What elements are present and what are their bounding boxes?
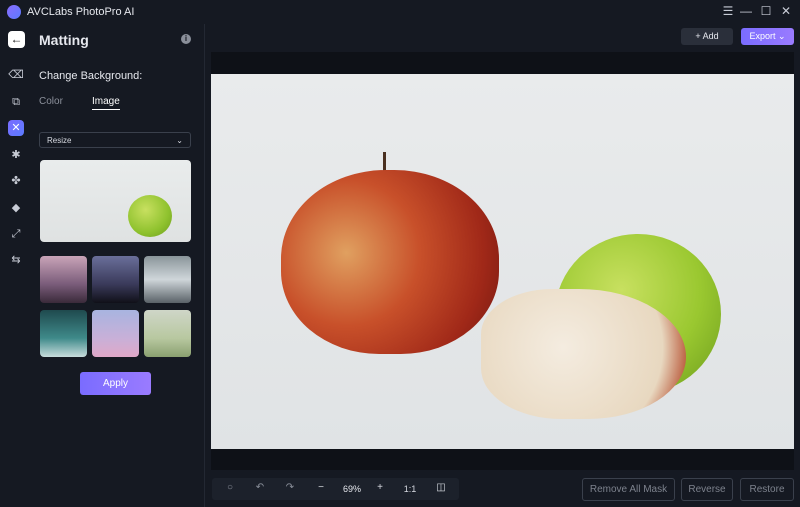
reverse-button[interactable]: Reverse xyxy=(681,478,733,501)
background-thumbnail[interactable] xyxy=(144,310,191,357)
zoom-in-button[interactable]: + xyxy=(372,482,388,493)
restore-button[interactable]: Restore xyxy=(740,478,794,501)
apple-slice xyxy=(481,289,686,419)
export-label: Export xyxy=(749,31,776,41)
colorize-icon[interactable]: ◆ xyxy=(8,200,24,216)
resize-value: Resize xyxy=(47,136,72,145)
change-background-label: Change Background: xyxy=(39,70,143,82)
upscale-icon[interactable]: ⤢ xyxy=(8,226,24,242)
object-remove-icon[interactable]: ✱ xyxy=(8,147,24,163)
remove-all-mask-button[interactable]: Remove All Mask xyxy=(582,478,675,501)
tab-color[interactable]: Color xyxy=(39,96,63,107)
photo[interactable] xyxy=(211,74,794,449)
eraser-icon[interactable]: ⌫ xyxy=(8,67,24,83)
actual-size-button[interactable]: 1:1 xyxy=(402,484,418,494)
title-bar: AVCLabs PhotoPro AI ☰ — ☐ ✕ xyxy=(0,0,800,24)
zoom-level: 69% xyxy=(342,484,361,494)
close-icon[interactable]: ✕ xyxy=(778,4,794,18)
background-preview xyxy=(40,160,191,242)
background-thumbnail[interactable] xyxy=(92,310,139,357)
app-title: AVCLabs PhotoPro AI xyxy=(27,6,135,18)
adjust-icon[interactable]: ⇆ xyxy=(8,252,24,268)
zoom-out-button[interactable]: − xyxy=(313,482,329,493)
chevron-down-icon: ⌄ xyxy=(176,136,183,145)
chevron-down-icon: ⌄ xyxy=(777,31,786,41)
red-apple xyxy=(281,170,499,354)
redo-icon[interactable]: ↷ xyxy=(282,482,298,493)
enhance-icon[interactable]: ✤ xyxy=(8,173,24,189)
back-button[interactable]: ← xyxy=(8,31,25,48)
compare-icon[interactable]: ◫ xyxy=(433,482,449,493)
add-button[interactable]: + Add xyxy=(681,28,733,45)
face-swap-icon[interactable]: ⧉ xyxy=(8,94,24,110)
background-thumbnail[interactable] xyxy=(40,256,87,303)
canvas-toolbar: ○ ↶ ↷ − 69% + 1:1 ◫ xyxy=(212,478,459,500)
undo-icon[interactable]: ↶ xyxy=(252,482,268,493)
panel-title: Matting xyxy=(39,32,89,48)
resize-select[interactable]: Resize ⌄ xyxy=(39,132,191,148)
export-button[interactable]: Export ⌄ xyxy=(741,28,794,45)
info-icon[interactable]: i xyxy=(181,34,191,44)
matting-icon[interactable]: ✕ xyxy=(8,120,24,136)
apply-button[interactable]: Apply xyxy=(80,372,151,395)
maximize-icon[interactable]: ☐ xyxy=(758,4,774,18)
background-thumbnail[interactable] xyxy=(144,256,191,303)
background-thumbnail[interactable] xyxy=(40,310,87,357)
menu-icon[interactable]: ☰ xyxy=(720,4,736,18)
divider xyxy=(204,24,205,507)
reset-icon[interactable]: ○ xyxy=(222,482,238,493)
tab-image[interactable]: Image xyxy=(92,96,120,110)
app-logo xyxy=(7,5,21,19)
background-thumbnail[interactable] xyxy=(92,256,139,303)
minimize-icon[interactable]: — xyxy=(738,4,754,18)
